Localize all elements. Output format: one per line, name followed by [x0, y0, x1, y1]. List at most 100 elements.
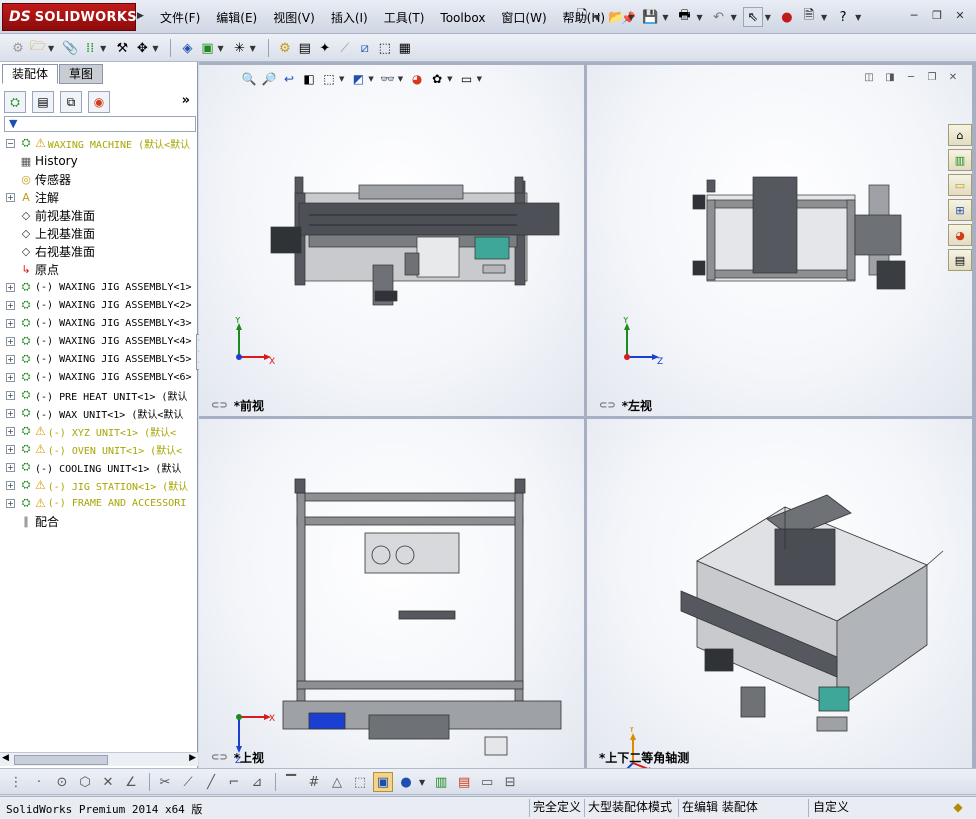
- tree-item[interactable]: + ⛭ (-) WAXING JIG ASSEMBLY<1>: [0, 278, 198, 296]
- save-dropdown-arrow-icon[interactable]: ▼: [662, 13, 668, 22]
- triangle-icon[interactable]: △: [327, 772, 347, 792]
- quick-tips-icon[interactable]: ◆: [950, 800, 966, 816]
- collapse-icon[interactable]: −: [6, 138, 15, 148]
- tree-item[interactable]: ◇ 右视基准面: [0, 242, 198, 260]
- view-palette-icon[interactable]: ⊞: [948, 199, 972, 221]
- reference-geometry-arrow-icon[interactable]: ▼: [250, 44, 256, 53]
- expand-more-icon[interactable]: »: [182, 93, 190, 108]
- insert-component-icon[interactable]: 🗁: [28, 38, 48, 58]
- featuremanager-tree-icon[interactable]: ⛭: [4, 91, 26, 113]
- graphics-area[interactable]: 🔍 🔎 ↩ ◧ ⬚ ▼ ◩ ▼ 👓 ▼ ◕ ✿ ▼ ▭ ▼ Y X ⊂⊃ *前视…: [199, 62, 976, 768]
- expand-icon[interactable]: +: [6, 354, 15, 364]
- menu-file[interactable]: 文件(F): [152, 9, 208, 27]
- tab-assembly[interactable]: 装配体: [2, 64, 59, 84]
- menu-toolbox[interactable]: Toolbox: [432, 9, 493, 27]
- scroll-left-icon[interactable]: ◀: [2, 753, 9, 763]
- rebuild-traffic-light-icon[interactable]: ●: [777, 7, 797, 27]
- print-dropdown-arrow-icon[interactable]: ▼: [696, 13, 702, 22]
- tree-item[interactable]: ◎ 传感器: [0, 170, 198, 188]
- tab-sketch[interactable]: 草图: [59, 64, 104, 84]
- menu-tools[interactable]: 工具(T): [376, 9, 433, 27]
- shaded-cube-icon[interactable]: ▣: [373, 772, 393, 792]
- tree-item[interactable]: − ⛭ ⚠ WAXING MACHINE (默认<默认: [0, 134, 198, 152]
- select-cursor-icon[interactable]: ⇖: [742, 7, 763, 27]
- viewport-top[interactable]: X Z ⊂⊃ *上视: [199, 419, 584, 768]
- bill-of-materials-icon[interactable]: ▤: [295, 38, 315, 58]
- tree-item[interactable]: + A 注解: [0, 188, 198, 206]
- tree-filter-field[interactable]: ▼: [4, 116, 196, 132]
- tree-item[interactable]: + ⛭ ⚠ (-) XYZ UNIT<1> (默认<: [0, 422, 198, 440]
- undo-dropdown-arrow-icon[interactable]: ▼: [731, 13, 737, 22]
- expand-icon[interactable]: +: [6, 444, 15, 454]
- centerpoint-icon[interactable]: ⊙: [52, 772, 72, 792]
- components-icon[interactable]: ▥: [431, 772, 451, 792]
- print-icon[interactable]: 🖶: [674, 7, 694, 27]
- expand-icon[interactable]: +: [6, 318, 15, 328]
- expand-icon[interactable]: +: [6, 300, 15, 310]
- menu-window[interactable]: 窗口(W): [493, 9, 554, 27]
- minimize-icon[interactable]: ─: [904, 8, 924, 24]
- logo-menu-arrow-icon[interactable]: ▶: [137, 11, 146, 21]
- new-document-icon[interactable]: 🗋: [572, 7, 592, 27]
- trim-icon[interactable]: ✂: [155, 772, 175, 792]
- displaymanager-icon[interactable]: ◉: [88, 91, 110, 113]
- menu-view[interactable]: 视图(V): [265, 9, 323, 27]
- undo-icon[interactable]: ↶: [709, 7, 729, 27]
- link-views-icon[interactable]: ⊂⊃: [211, 400, 228, 411]
- expand-icon[interactable]: +: [6, 498, 15, 508]
- solidworks-resources-icon[interactable]: ⌂: [948, 124, 972, 146]
- isometric-view-model[interactable]: [587, 419, 972, 768]
- file-explorer-icon[interactable]: ▭: [948, 174, 972, 196]
- properties-dropdown-arrow-icon[interactable]: ▼: [821, 13, 827, 22]
- viewport-isometric[interactable]: Y X Z *上下二等角轴测: [587, 419, 972, 768]
- custom-properties-icon[interactable]: ▤: [948, 249, 972, 271]
- line-icon[interactable]: ╱: [201, 772, 221, 792]
- menu-edit[interactable]: 编辑(E): [208, 9, 265, 27]
- edit-component-icon[interactable]: ⚙: [8, 38, 28, 58]
- move-arrow-icon[interactable]: ▼: [152, 44, 158, 53]
- filter-icon[interactable]: ▼: [9, 117, 17, 130]
- instant3d-icon[interactable]: ⬚: [375, 38, 395, 58]
- save-icon[interactable]: 💾: [640, 7, 660, 27]
- move-component-icon[interactable]: ✥: [132, 38, 152, 58]
- explode-line-sketch-icon[interactable]: ⟋: [335, 38, 355, 58]
- smart-fasteners-icon[interactable]: ⚒: [112, 38, 132, 58]
- expand-icon[interactable]: +: [6, 390, 15, 400]
- cube-wireframe-icon[interactable]: ⬚: [350, 772, 370, 792]
- open-folder-icon[interactable]: 📂: [606, 7, 626, 27]
- polygon-icon[interactable]: ⬡: [75, 772, 95, 792]
- solidworks-logo[interactable]: DS SOLIDWORKS: [2, 3, 137, 31]
- design-library-icon[interactable]: ▥: [948, 149, 972, 171]
- select-dropdown-arrow-icon[interactable]: ▼: [765, 13, 771, 22]
- menu-insert[interactable]: 插入(I): [323, 9, 376, 27]
- tree-item[interactable]: + ⛭ ⚠ (-) FRAME AND ACCESSORI: [0, 494, 198, 512]
- insert-component-arrow-icon[interactable]: ▼: [48, 44, 54, 53]
- display-arrow-icon[interactable]: ▼: [419, 778, 425, 787]
- new-motion-study-icon[interactable]: ⚙: [275, 38, 295, 58]
- assembly-features-icon[interactable]: ▣: [197, 38, 217, 58]
- tree-item[interactable]: + ⛭ (-) WAXING JIG ASSEMBLY<5>: [0, 350, 198, 368]
- tree-item[interactable]: + ⛭ (-) PRE HEAT UNIT<1> (默认: [0, 386, 198, 404]
- link-views-icon[interactable]: ⊂⊃: [599, 400, 616, 411]
- exploded-view-icon[interactable]: ✦: [315, 38, 335, 58]
- tree-item[interactable]: + ⛭ (-) WAX UNIT<1> (默认<默认: [0, 404, 198, 422]
- expand-icon[interactable]: +: [6, 336, 15, 346]
- propertymanager-icon[interactable]: ▤: [32, 91, 54, 113]
- scroll-right-icon[interactable]: ▶: [189, 753, 196, 763]
- tree-item[interactable]: + ⛭ ⚠ (-) OVEN UNIT<1> (默认<: [0, 440, 198, 458]
- file-properties-icon[interactable]: 🗎: [799, 7, 819, 27]
- assembly-features-arrow-icon[interactable]: ▼: [217, 44, 223, 53]
- viewport-left[interactable]: ◫ ◨ ─ ❐ ✕ Y Z ⊂⊃ *左视: [587, 65, 972, 416]
- extend-icon[interactable]: ⟋: [178, 772, 198, 792]
- angle-icon[interactable]: ∠: [121, 772, 141, 792]
- pattern-arrow-icon[interactable]: ▼: [100, 44, 106, 53]
- restore-icon[interactable]: ❐: [927, 8, 947, 24]
- intersection-icon[interactable]: ✕: [98, 772, 118, 792]
- tree-item[interactable]: + ⛭ (-) WAXING JIG ASSEMBLY<3>: [0, 314, 198, 332]
- new-dropdown-arrow-icon[interactable]: ▼: [594, 13, 600, 22]
- grid-icon[interactable]: #: [304, 772, 324, 792]
- expand-icon[interactable]: +: [6, 192, 15, 202]
- units-selector[interactable]: 自定义: [808, 799, 932, 817]
- expand-icon[interactable]: +: [6, 480, 15, 490]
- colors-icon[interactable]: ▤: [454, 772, 474, 792]
